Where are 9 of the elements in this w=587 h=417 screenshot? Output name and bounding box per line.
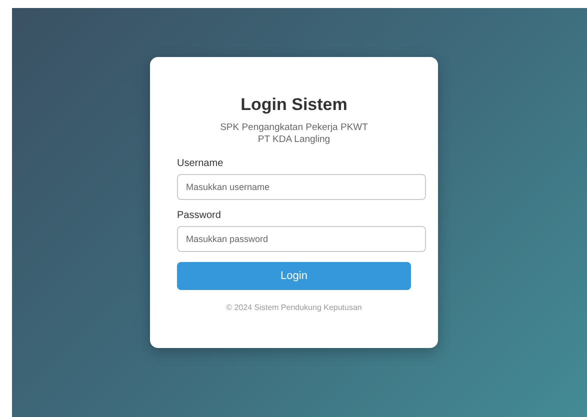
username-field[interactable]: Masukkan username	[177, 174, 426, 200]
field-label: Password	[177, 210, 221, 221]
field-label: Username	[177, 158, 224, 169]
subtitle: SPK Pengangkatan Pekerja PKWT	[219, 122, 369, 134]
footer-text: © 2024 Sistem Pendukung Keputusan	[225, 303, 363, 312]
login-button[interactable]: Login	[177, 262, 411, 290]
login-title: Login Sistem	[240, 95, 348, 115]
subtitle: PT KDA Langling	[256, 134, 332, 146]
password-field[interactable]: Masukkan password	[177, 226, 426, 252]
